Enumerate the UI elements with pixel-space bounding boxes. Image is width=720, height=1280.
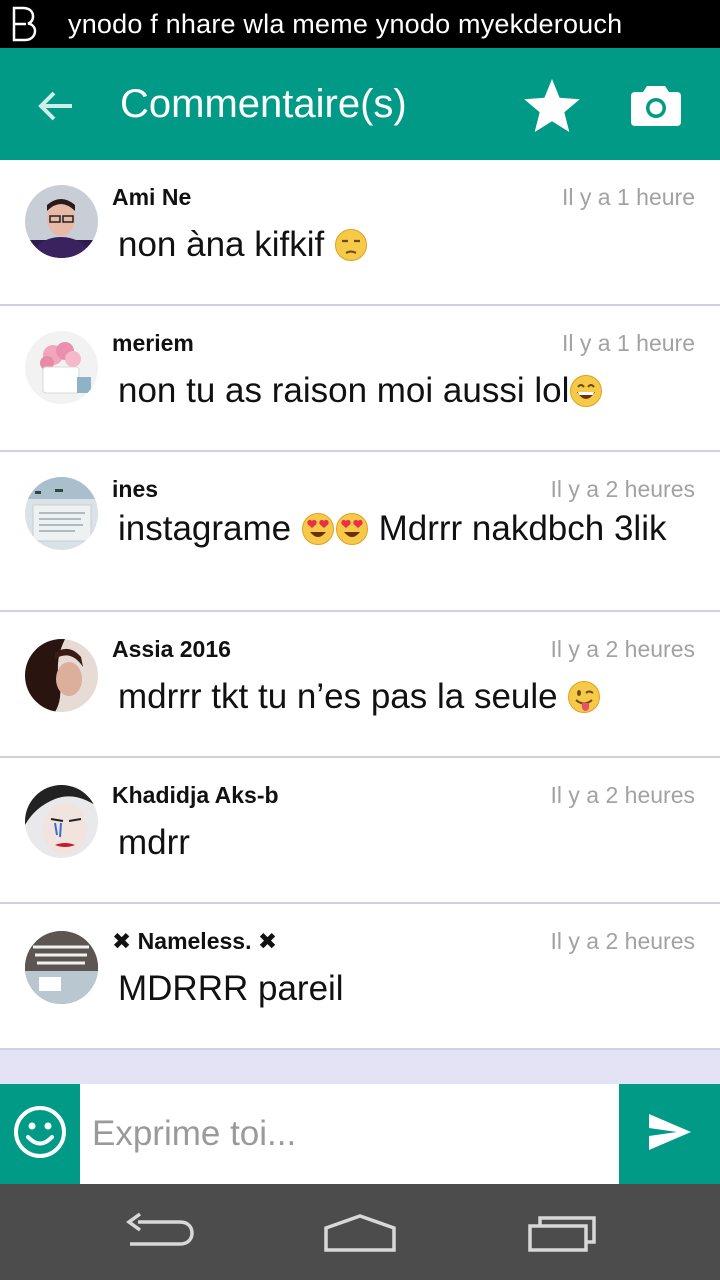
- system-nav-bar: [0, 1184, 720, 1280]
- comment-list: Ami Ne Il y a 1 heure non àna kifkif mer…: [0, 160, 720, 1050]
- comment-author[interactable]: Ami Ne: [112, 184, 191, 211]
- comment-author[interactable]: meriem: [112, 330, 194, 357]
- home-nav-icon[interactable]: [322, 1212, 398, 1259]
- comment-author[interactable]: ✖ Nameless. ✖: [112, 928, 277, 955]
- avatar[interactable]: [25, 331, 98, 404]
- comment-item[interactable]: Khadidja Aks-b Il y a 2 heures mdrr: [0, 758, 720, 904]
- comment-author[interactable]: Assia 2016: [112, 636, 231, 663]
- comment-time: Il y a 2 heures: [550, 636, 695, 662]
- heart-eyes-icon: [335, 512, 369, 546]
- avatar[interactable]: [25, 931, 98, 1004]
- comment-time: Il y a 1 heure: [562, 330, 695, 356]
- page-title: Commentaire(s): [120, 82, 407, 126]
- camera-icon[interactable]: [630, 82, 682, 128]
- comment-composer: [0, 1084, 720, 1184]
- comment-item[interactable]: Ami Ne Il y a 1 heure non àna kifkif: [0, 160, 720, 306]
- comment-text: mdrrr tkt tu n’es pas la seule: [118, 676, 678, 717]
- unamused-face-icon: [334, 228, 368, 262]
- comment-item[interactable]: Assia 2016 Il y a 2 heures mdrrr tkt tu …: [0, 612, 720, 758]
- winking-tongue-icon: [567, 680, 601, 714]
- app-bar: Commentaire(s): [0, 48, 720, 160]
- notification-text: ynodo f nhare wla meme ynodo myekderouch: [68, 8, 623, 39]
- back-arrow-icon[interactable]: [30, 80, 82, 132]
- send-icon: [647, 1112, 693, 1157]
- comment-text-part: Mdrrr nakdbch 3lik: [368, 509, 667, 548]
- status-bar: ynodo f nhare wla meme ynodo myekderouch: [0, 0, 720, 48]
- comment-item[interactable]: ines Il y a 2 heures instagrame Mdrrr na…: [0, 452, 720, 612]
- avatar[interactable]: [25, 785, 98, 858]
- comment-time: Il y a 2 heures: [550, 782, 695, 808]
- heart-eyes-icon: [301, 512, 335, 546]
- comment-text: non àna kifkif: [118, 224, 678, 265]
- recents-nav-icon[interactable]: [526, 1212, 598, 1259]
- comment-author[interactable]: Khadidja Aks-b: [112, 782, 279, 809]
- comment-time: Il y a 2 heures: [550, 928, 695, 954]
- comment-text: mdrr: [118, 823, 190, 862]
- avatar[interactable]: [25, 477, 98, 550]
- b-logo-icon: [0, 0, 48, 48]
- grinning-face-icon: [569, 374, 603, 408]
- comment-text-body: mdrrr tkt tu n’es pas la seule: [118, 677, 568, 716]
- emoji-button[interactable]: [0, 1084, 80, 1184]
- comment-author[interactable]: ines: [112, 476, 158, 503]
- comment-time: Il y a 2 heures: [550, 476, 695, 502]
- star-icon[interactable]: [522, 76, 582, 136]
- comment-text-part: instagrame: [118, 509, 301, 548]
- back-nav-icon[interactable]: [124, 1212, 196, 1259]
- send-button[interactable]: [619, 1084, 720, 1184]
- comment-text-body: non tu as raison moi aussi lol: [118, 371, 570, 410]
- comment-item[interactable]: meriem Il y a 1 heure non tu as raison m…: [0, 306, 720, 452]
- comment-item[interactable]: ✖ Nameless. ✖ Il y a 2 heures MDRRR pare…: [0, 904, 720, 1050]
- comment-input[interactable]: [80, 1084, 619, 1184]
- comment-time: Il y a 1 heure: [562, 184, 695, 210]
- smiley-icon: [12, 1104, 68, 1165]
- avatar[interactable]: [25, 185, 98, 258]
- avatar[interactable]: [25, 639, 98, 712]
- comment-text: non tu as raison moi aussi lol: [118, 370, 678, 411]
- comment-text: MDRRR pareil: [118, 969, 344, 1008]
- comment-text: instagrame Mdrrr nakdbch 3lik: [118, 508, 678, 549]
- comment-text-body: non àna kifkif: [118, 225, 325, 264]
